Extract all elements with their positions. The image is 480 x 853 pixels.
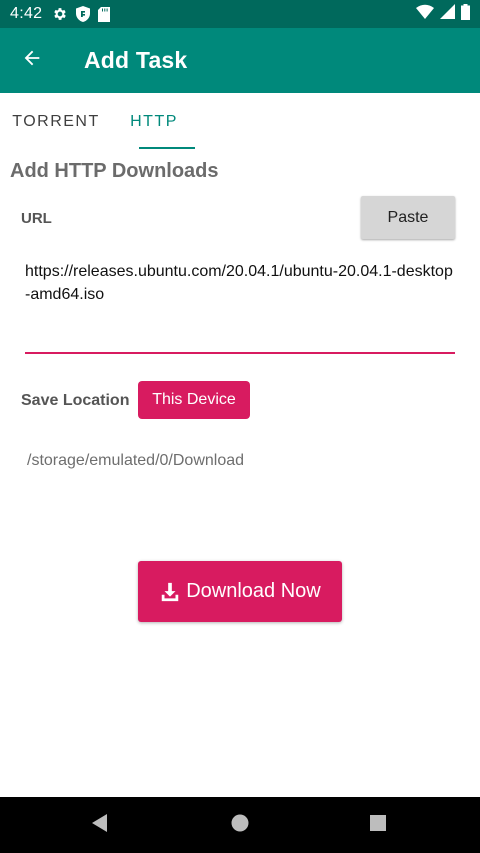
recents-square-icon	[369, 814, 387, 837]
signal-icon	[440, 4, 455, 24]
back-triangle-icon	[90, 813, 110, 838]
paste-button[interactable]: Paste	[361, 196, 455, 239]
sd-card-icon	[98, 6, 111, 22]
nav-home-button[interactable]	[226, 811, 254, 839]
download-icon	[159, 581, 181, 603]
page-title: Add Task	[84, 47, 188, 73]
save-path: /storage/emulated/0/Download	[27, 452, 245, 469]
status-bar: 4:42	[0, 0, 480, 28]
tab-indicator	[139, 147, 195, 149]
nav-recents-button[interactable]	[364, 811, 392, 839]
download-now-button[interactable]: Download Now	[138, 561, 342, 622]
section-title: Add HTTP Downloads	[10, 160, 219, 182]
app-bar: Add Task	[0, 28, 480, 93]
status-right-icons	[416, 3, 470, 25]
home-circle-icon	[230, 813, 250, 838]
url-label: URL	[21, 210, 52, 227]
tab-torrent[interactable]: TORRENT	[0, 93, 112, 149]
shield-icon	[76, 6, 91, 22]
tab-bar: TORRENT HTTP	[0, 93, 480, 149]
battery-icon	[461, 3, 470, 25]
download-now-label: Download Now	[186, 580, 321, 602]
tab-http[interactable]: HTTP	[112, 93, 196, 149]
arrow-back-icon	[21, 47, 43, 74]
back-button[interactable]	[16, 44, 48, 76]
nav-back-button[interactable]	[86, 811, 114, 839]
status-time: 4:42	[10, 5, 43, 22]
save-location-label: Save Location	[21, 392, 130, 409]
gear-icon	[52, 6, 68, 22]
this-device-button[interactable]: This Device	[138, 381, 250, 419]
url-input[interactable]: https://releases.ubuntu.com/20.04.1/ubun…	[25, 260, 455, 354]
wifi-icon	[416, 4, 434, 24]
navigation-bar	[0, 797, 480, 853]
